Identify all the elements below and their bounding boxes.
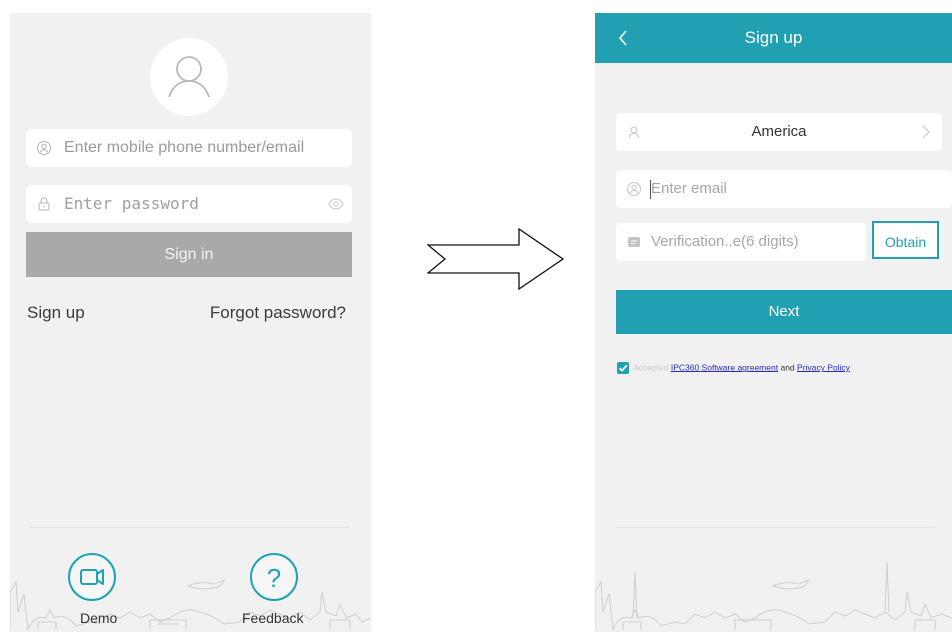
email-user-icon xyxy=(627,182,641,196)
avatar-icon xyxy=(150,38,228,116)
next-button[interactable]: Next xyxy=(616,290,952,334)
email-field[interactable]: Enter email xyxy=(616,170,952,208)
divider xyxy=(30,527,350,528)
software-agreement-link[interactable]: IPC360 Software agreement xyxy=(671,362,778,372)
eye-icon[interactable] xyxy=(328,197,344,211)
demo-button[interactable] xyxy=(68,553,116,601)
verification-code-field[interactable]: Verification..e(6 digits) xyxy=(616,223,866,261)
video-camera-icon xyxy=(80,569,104,585)
verification-code-input[interactable]: Verification..e(6 digits) xyxy=(651,223,799,261)
page-title: Sign up xyxy=(744,28,803,47)
password-field[interactable]: Enter password xyxy=(26,185,352,223)
svg-text:?: ? xyxy=(267,563,281,593)
username-field[interactable]: Enter mobile phone number/email xyxy=(26,129,352,167)
divider xyxy=(615,527,935,528)
obtain-code-button[interactable]: Obtain xyxy=(872,221,939,259)
username-input[interactable]: Enter mobile phone number/email xyxy=(64,129,304,167)
feedback-label: Feedback xyxy=(242,610,304,626)
login-screen: Enter mobile phone number/email Enter pa… xyxy=(10,13,371,632)
message-icon xyxy=(628,237,640,247)
signup-header: Sign up xyxy=(595,13,952,63)
user-circle-icon xyxy=(37,141,51,155)
sign-in-button[interactable]: Sign in xyxy=(26,232,352,277)
skyline-illustration xyxy=(595,561,952,631)
feedback-button[interactable]: ? xyxy=(250,553,298,601)
demo-label: Demo xyxy=(80,610,118,626)
agreement-row: Accepted IPC360 Software agreement and P… xyxy=(617,362,952,374)
forgot-password-link[interactable]: Forgot password? xyxy=(210,303,346,323)
email-input[interactable]: Enter email xyxy=(651,170,727,208)
region-value: America xyxy=(751,123,807,140)
skyline-illustration xyxy=(10,578,371,631)
lock-icon xyxy=(38,197,50,211)
region-selector[interactable]: America xyxy=(616,113,942,151)
right-arrow-icon xyxy=(427,228,565,290)
agreement-joiner: and xyxy=(780,362,795,373)
signup-screen: Sign up America Enter email Verification… xyxy=(595,13,952,632)
agreement-checkbox[interactable] xyxy=(617,362,629,374)
question-icon: ? xyxy=(267,563,281,593)
chevron-right-icon xyxy=(922,125,930,139)
password-input[interactable]: Enter password xyxy=(64,185,199,223)
checkmark-icon xyxy=(618,364,628,372)
privacy-policy-link[interactable]: Privacy Policy xyxy=(797,362,850,372)
agreement-prefix: Accepted xyxy=(633,362,669,373)
sign-up-link[interactable]: Sign up xyxy=(27,303,85,323)
